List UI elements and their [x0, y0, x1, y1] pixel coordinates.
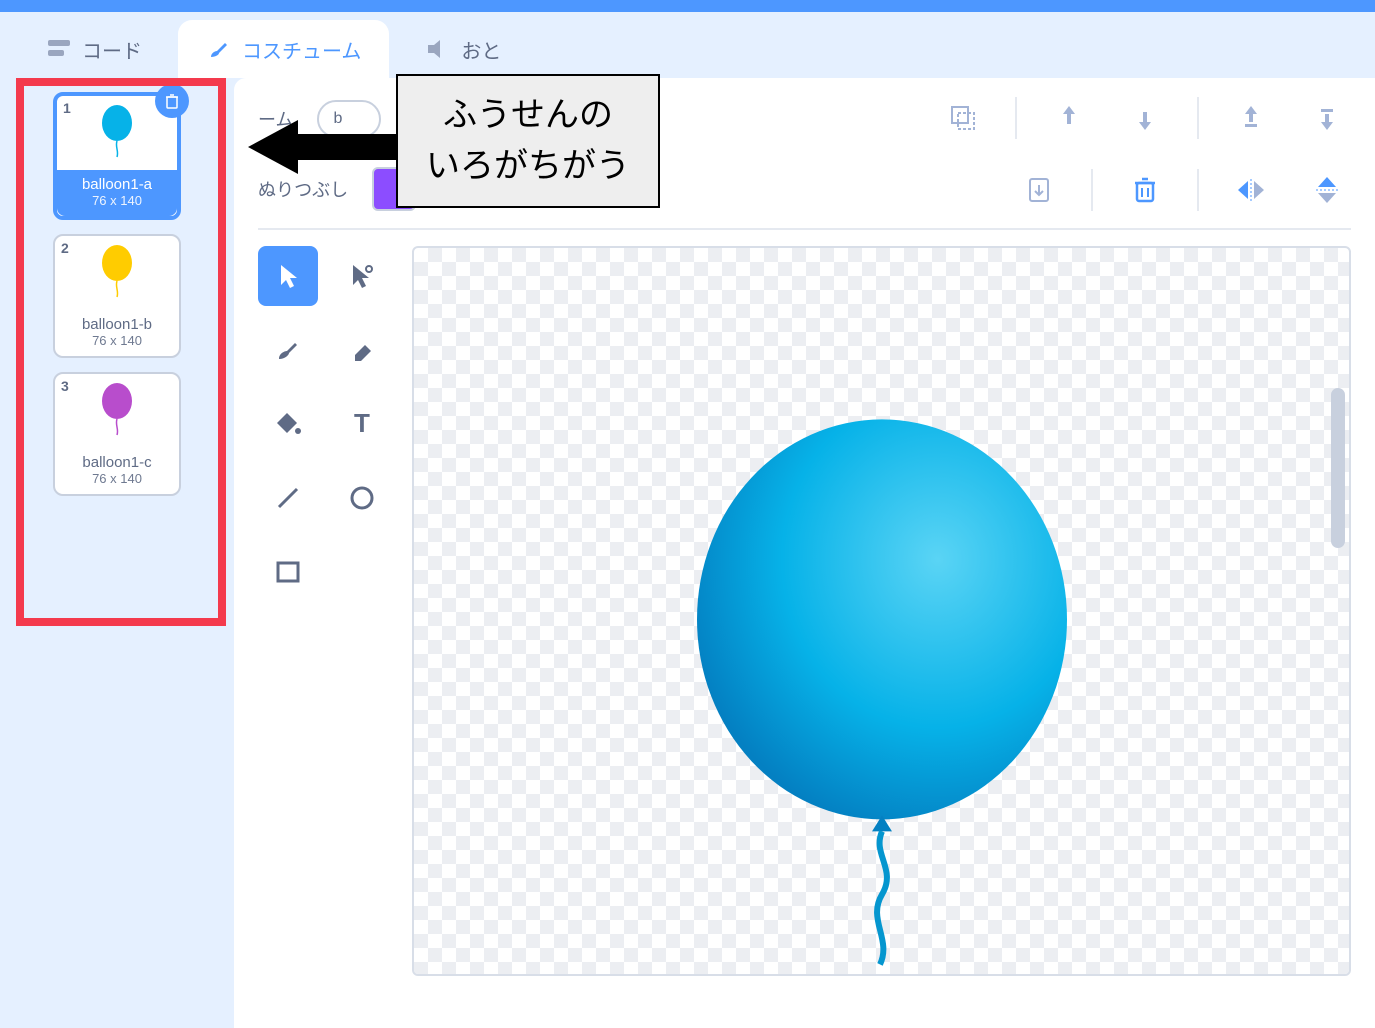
paste-icon[interactable] — [1015, 166, 1063, 214]
separator — [1197, 97, 1199, 139]
costume-name: balloon1-a — [61, 176, 173, 193]
costume-info: balloon1-c 76 x 140 — [55, 448, 179, 494]
costume-size: 76 x 140 — [61, 193, 173, 208]
back-icon[interactable] — [1303, 94, 1351, 142]
costume-list: 1 balloon1-a 76 x 140 2 balloon1-b 76 x … — [0, 78, 234, 1028]
eraser-tool[interactable] — [332, 320, 392, 380]
annotation-arrow — [248, 112, 408, 182]
select-tool[interactable] — [258, 246, 318, 306]
costume-number: 3 — [61, 378, 69, 394]
backward-icon[interactable] — [1121, 94, 1169, 142]
annotation-line1: ふうせんの — [443, 90, 613, 141]
costume-info: balloon1-b 76 x 140 — [55, 310, 179, 356]
costume-name: balloon1-c — [59, 454, 175, 471]
brush-tool[interactable] — [258, 320, 318, 380]
separator — [1197, 169, 1199, 211]
costume-item-balloon1-a[interactable]: 1 balloon1-a 76 x 140 — [53, 92, 181, 220]
costume-item-balloon1-c[interactable]: 3 balloon1-c 76 x 140 — [53, 372, 181, 496]
tab-code-label: コード — [82, 35, 142, 64]
costume-item-balloon1-b[interactable]: 2 balloon1-b 76 x 140 — [53, 234, 181, 358]
costume-info: balloon1-a 76 x 140 — [57, 170, 177, 216]
text-tool[interactable]: T — [332, 394, 392, 454]
rectangle-tool[interactable] — [258, 542, 318, 602]
canvas-balloon — [682, 409, 1082, 969]
delete-icon[interactable] — [1121, 166, 1169, 214]
drawing-canvas[interactable] — [412, 246, 1351, 976]
flip-horizontal-icon[interactable] — [1227, 166, 1275, 214]
code-icon — [46, 38, 72, 60]
tab-code[interactable]: コード — [18, 20, 170, 78]
costume-size: 76 x 140 — [59, 471, 175, 486]
costume-number: 2 — [61, 240, 69, 256]
costume-thumb — [55, 374, 179, 448]
brush-icon — [206, 38, 232, 60]
tab-sounds[interactable]: おと — [397, 20, 529, 78]
tab-sounds-label: おと — [461, 35, 501, 64]
tab-costumes[interactable]: コスチューム — [178, 20, 389, 78]
separator — [1091, 169, 1093, 211]
delete-costume-button[interactable] — [155, 84, 189, 118]
group-icon[interactable] — [939, 94, 987, 142]
canvas-scrollbar[interactable] — [1331, 388, 1345, 548]
costume-size: 76 x 140 — [59, 333, 175, 348]
separator — [1015, 97, 1017, 139]
costume-editor: ーム ぬりつぶし — [234, 78, 1375, 1028]
annotation-callout: ふうせんの いろがちがう — [396, 74, 660, 208]
tab-costumes-label: コスチューム — [242, 35, 361, 64]
svg-text:T: T — [354, 410, 370, 438]
divider — [258, 228, 1351, 230]
costume-name: balloon1-b — [59, 316, 175, 333]
fill-tool[interactable] — [258, 394, 318, 454]
costume-number: 1 — [63, 100, 71, 116]
circle-tool[interactable] — [332, 468, 392, 528]
flip-vertical-icon[interactable] — [1303, 166, 1351, 214]
tool-palette: T — [258, 246, 392, 976]
annotation-line2: いろがちがう — [426, 141, 630, 192]
reshape-tool[interactable] — [332, 246, 392, 306]
line-tool[interactable] — [258, 468, 318, 528]
costume-thumb — [55, 236, 179, 310]
sound-icon — [425, 38, 451, 60]
forward-icon[interactable] — [1045, 94, 1093, 142]
front-icon[interactable] — [1227, 94, 1275, 142]
